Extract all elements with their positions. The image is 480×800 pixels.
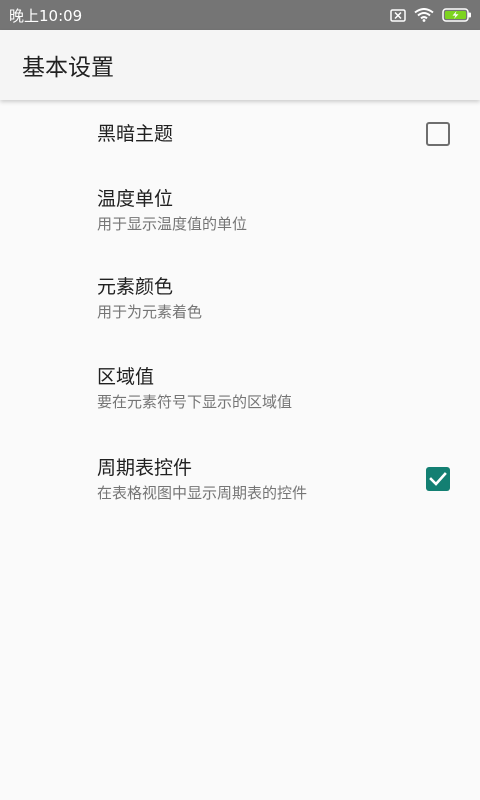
status-time: 晚上10:09 — [9, 6, 83, 25]
pref-summary: 用于显示温度值的单位 — [97, 215, 248, 233]
pref-periodic-table-controls[interactable]: 周期表控件 在表格视图中显示周期表的控件 — [0, 434, 480, 524]
app-bar: 基本设置 — [0, 30, 480, 100]
checkmark-icon — [429, 472, 447, 486]
pref-summary: 要在元素符号下显示的区域值 — [97, 393, 293, 411]
wifi-icon — [414, 8, 434, 22]
battery-charging-icon — [442, 8, 472, 22]
status-bar: 晚上10:09 — [0, 0, 480, 30]
pref-summary: 用于为元素着色 — [97, 303, 203, 321]
pref-title: 元素颜色 — [97, 276, 174, 298]
pref-title: 温度单位 — [97, 188, 174, 210]
pref-area-value[interactable]: 区域值 要在元素符号下显示的区域值 — [0, 343, 480, 434]
sim-missing-icon — [390, 8, 406, 22]
pref-dark-theme[interactable]: 黑暗主题 — [0, 100, 480, 167]
periodic-table-controls-checkbox[interactable] — [426, 467, 450, 491]
pref-temperature-unit[interactable]: 温度单位 用于显示温度值的单位 — [0, 167, 480, 254]
pref-element-color[interactable]: 元素颜色 用于为元素着色 — [0, 254, 480, 343]
dark-theme-checkbox[interactable] — [426, 121, 450, 146]
pref-title: 黑暗主题 — [97, 122, 174, 145]
status-icons — [390, 8, 472, 22]
pref-title: 区域值 — [97, 366, 155, 388]
pref-title: 周期表控件 — [97, 456, 193, 479]
preference-list: 黑暗主题 温度单位 用于显示温度值的单位 元素颜色 用于为元素着色 区域值 要在… — [0, 100, 480, 524]
pref-summary: 在表格视图中显示周期表的控件 — [97, 483, 308, 502]
page-title: 基本设置 — [22, 55, 114, 81]
